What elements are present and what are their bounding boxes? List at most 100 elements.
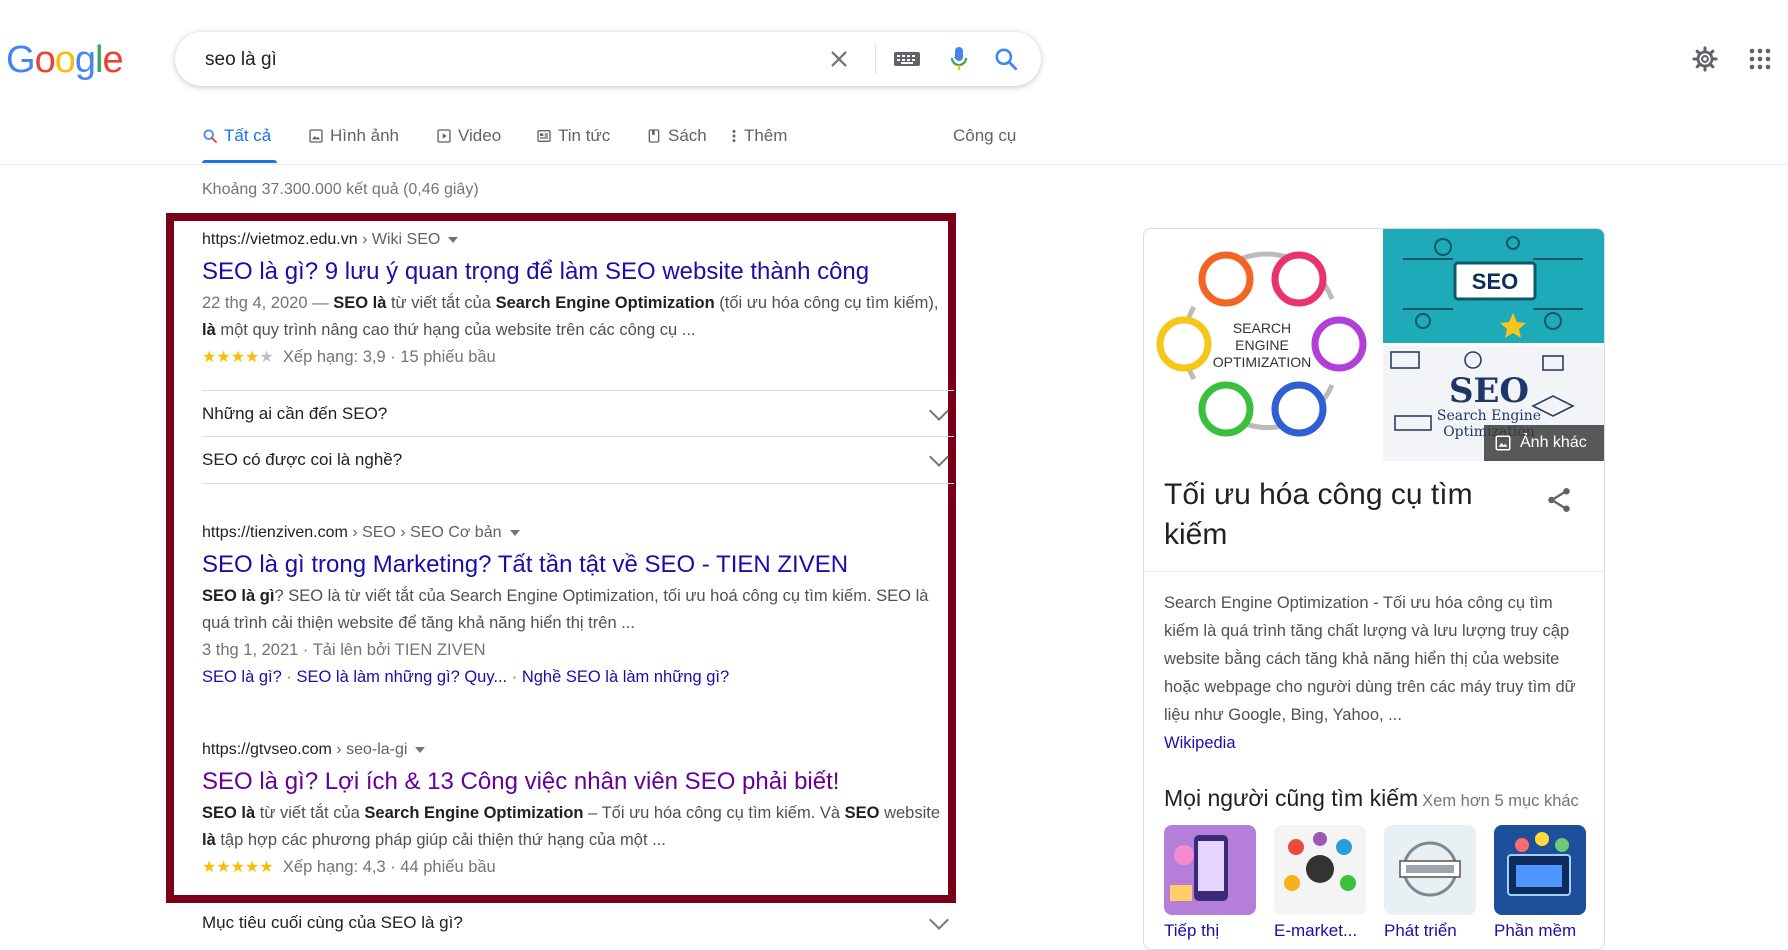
related-question[interactable]: SEO có được coi là nghề? <box>202 436 954 484</box>
related-question[interactable]: Mục tiêu cuối cùng của SEO là gì? <box>202 900 954 946</box>
snippet-bold: SEO là <box>333 294 387 312</box>
result-snippet: SEO là từ viết tắt của Search Engine Opt… <box>202 800 942 854</box>
result-url[interactable]: https://gtvseo.com › seo-la-gi <box>202 738 942 762</box>
kp-description-text: Search Engine Optimization - Tối ưu hóa … <box>1164 594 1576 724</box>
result-title[interactable]: SEO là gì? 9 lưu ý quan trọng để làm SEO… <box>202 256 942 288</box>
google-logo[interactable]: Google <box>6 36 124 84</box>
result-domain: https://vietmoz.edu.vn <box>202 231 358 248</box>
snippet-text: từ viết tắt của <box>386 294 496 312</box>
tab-all-label: Tất cả <box>224 126 272 145</box>
snippet-text: từ viết tắt của <box>255 804 365 822</box>
settings-gear-icon[interactable] <box>1690 44 1720 74</box>
sitelink-separator: · <box>507 668 522 686</box>
result-url[interactable]: https://vietmoz.edu.vn › Wiki SEO <box>202 228 942 252</box>
caret-down-icon[interactable] <box>448 236 459 243</box>
result-snippet: 22 thg 4, 2020 — SEO là từ viết tắt của … <box>202 290 942 344</box>
result-title[interactable]: SEO là gì trong Marketing? Tất tần tật v… <box>202 549 942 581</box>
star-rating-icon: ★★★★★ <box>202 349 274 366</box>
tab-news[interactable]: Tin tức <box>536 126 610 146</box>
kp-main-image[interactable]: SEARCH ENGINE OPTIMIZATION <box>1144 229 1380 461</box>
sitelink[interactable]: SEO là làm những gì? Quy... <box>296 668 507 686</box>
chevron-down-icon <box>929 401 949 421</box>
related-entity-thumb[interactable] <box>1494 825 1586 915</box>
snippet-text: website <box>879 804 941 822</box>
sitelink[interactable]: Nghề SEO là làm những gì? <box>522 668 729 686</box>
image-icon <box>1495 435 1511 451</box>
related-question-text: Những ai cần đến SEO? <box>202 404 388 423</box>
search-input[interactable] <box>203 46 767 74</box>
tab-more[interactable]: Thêm <box>730 126 787 146</box>
image-icon <box>309 129 323 143</box>
result-rating: ★★★★★ Xếp hạng: 3,9 · 15 phiếu bầu <box>202 344 942 371</box>
snippet-bold: Search Engine Optimization <box>495 294 715 312</box>
result-path: › seo-la-gi <box>331 741 408 758</box>
sitelink[interactable]: SEO là gì? <box>202 668 282 686</box>
search-icon <box>203 129 217 143</box>
result-path: › Wiki SEO <box>357 231 441 248</box>
related-question[interactable]: Những ai cần đến SEO? <box>202 390 954 437</box>
svg-text:OPTIMIZATION: OPTIMIZATION <box>1213 354 1312 370</box>
caret-down-icon[interactable] <box>509 529 520 536</box>
kp-image-2[interactable]: SEO <box>1383 229 1604 343</box>
tab-images-label: Hình ảnh <box>330 126 399 145</box>
tab-tools[interactable]: Công cụ <box>953 126 1016 146</box>
search-result-2: https://tienziven.com › SEO › SEO Cơ bản… <box>202 521 942 691</box>
rating-text: Xếp hạng: 4,3 · 44 phiếu bầu <box>282 858 496 876</box>
tab-books[interactable]: Sách <box>646 126 707 146</box>
share-icon[interactable] <box>1544 485 1574 515</box>
search-divider <box>875 44 876 74</box>
search-icon[interactable] <box>992 45 1020 73</box>
chevron-down-icon <box>929 447 949 467</box>
more-images-button[interactable]: Ảnh khác <box>1484 425 1604 461</box>
snippet-bold: là <box>202 321 216 339</box>
more-images-label: Ảnh khác <box>1520 434 1587 451</box>
news-icon <box>537 130 551 142</box>
see-more-link[interactable]: Xem hơn 5 mục khác <box>1422 792 1579 810</box>
keyboard-icon[interactable] <box>893 45 921 73</box>
tab-all[interactable]: Tất cả <box>202 126 271 146</box>
tab-books-label: Sách <box>668 126 707 145</box>
tab-images[interactable]: Hình ảnh <box>308 126 399 146</box>
related-entity-thumb[interactable] <box>1164 825 1256 915</box>
caret-down-icon[interactable] <box>415 746 426 753</box>
snippet-text: tập hợp các phương pháp giúp cải thiện t… <box>215 831 666 849</box>
apps-grid-icon[interactable] <box>1745 44 1775 74</box>
related-entity-thumb[interactable] <box>1274 825 1366 915</box>
result-sitelinks: SEO là gì? · SEO là làm những gì? Quy...… <box>202 664 942 691</box>
tab-videos[interactable]: Video <box>436 126 501 146</box>
tabs-divider <box>0 164 1788 165</box>
result-title[interactable]: SEO là gì? Lợi ích & 13 Công việc nhân v… <box>202 766 942 798</box>
tab-videos-label: Video <box>458 126 502 145</box>
search-result-3: https://gtvseo.com › seo-la-gi SEO là gì… <box>202 738 942 881</box>
tab-tools-label: Công cụ <box>953 126 1017 145</box>
svg-text:ENGINE: ENGINE <box>1235 337 1289 353</box>
kp-source-link[interactable]: Wikipedia <box>1164 734 1236 752</box>
svg-text:SEO: SEO <box>1472 269 1518 294</box>
active-tab-indicator <box>202 160 277 163</box>
microphone-icon[interactable] <box>945 45 973 73</box>
related-entity-label[interactable]: E-market... <box>1274 921 1357 941</box>
star-rating-icon: ★★★★★ <box>202 859 274 876</box>
svg-text:SEARCH: SEARCH <box>1233 320 1291 336</box>
snippet-bold: là <box>202 831 216 849</box>
related-entity-label[interactable]: Phát triển <box>1384 921 1457 941</box>
result-rating: ★★★★★ Xếp hạng: 4,3 · 44 phiếu bầu <box>202 854 942 881</box>
snippet-text: (tối ưu hóa công cụ tìm kiếm), <box>714 294 939 312</box>
result-domain: https://tienziven.com <box>202 524 348 541</box>
search-result-1: https://vietmoz.edu.vn › Wiki SEO SEO là… <box>202 228 942 371</box>
clear-icon[interactable] <box>825 45 853 73</box>
result-url[interactable]: https://tienziven.com › SEO › SEO Cơ bản <box>202 521 942 545</box>
result-date: 22 thg 4, 2020 — <box>202 294 334 312</box>
related-entity-label[interactable]: Phần mềm <box>1494 921 1576 941</box>
snippet-bold: SEO là gì <box>202 587 275 605</box>
chevron-down-icon <box>929 910 949 930</box>
related-question-text: SEO có được coi là nghề? <box>202 450 403 469</box>
related-entity-label[interactable]: Tiếp thị <box>1164 921 1219 941</box>
people-also-search-header: Mọi người cũng tìm kiếm Xem hơn 5 mục khá… <box>1164 785 1579 812</box>
result-stats: Khoảng 37.300.000 kết quả (0,46 giây) <box>202 181 479 198</box>
snippet-bold: Search Engine Optimization <box>364 804 584 822</box>
rating-text: Xếp hạng: 3,9 · 15 phiếu bầu <box>282 348 496 366</box>
snippet-text: – Tối ưu hóa công cụ tìm kiếm. Và <box>583 804 845 822</box>
knowledge-panel: SEARCH ENGINE OPTIMIZATION SEO SEO Searc… <box>1143 228 1605 950</box>
related-entity-thumb[interactable] <box>1384 825 1476 915</box>
